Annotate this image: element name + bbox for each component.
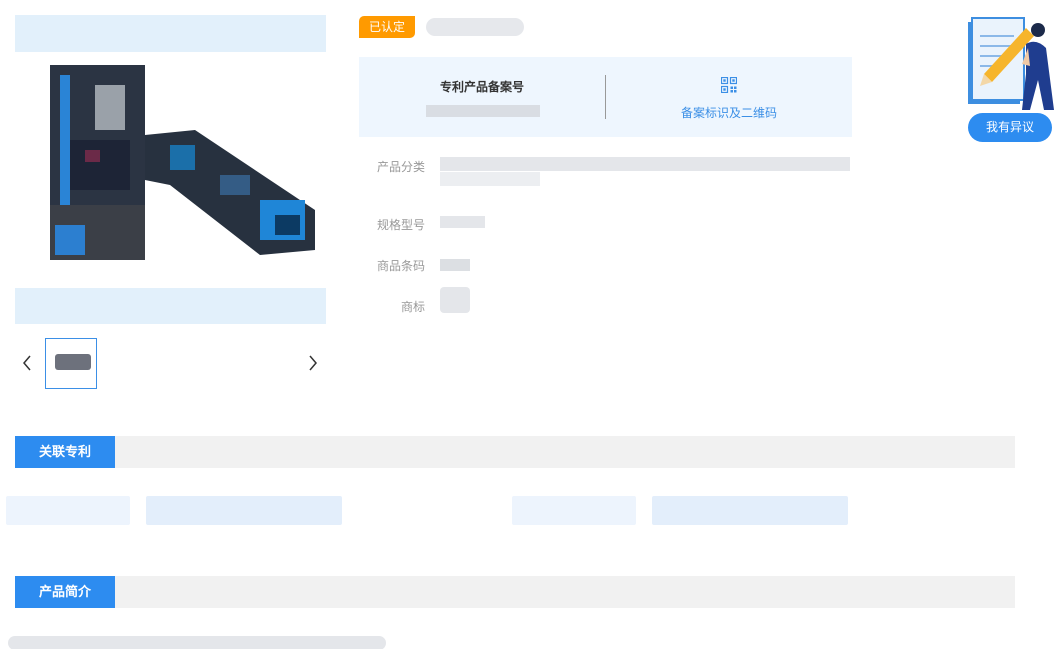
patent-item-redacted[interactable]	[146, 496, 342, 525]
chevron-left-icon[interactable]	[20, 352, 34, 374]
patent-item-redacted[interactable]	[652, 496, 848, 525]
model-label: 规格型号	[376, 218, 425, 232]
category-label: 产品分类	[376, 160, 425, 174]
patent-item-redacted[interactable]	[512, 496, 636, 525]
chevron-right-icon[interactable]	[306, 352, 320, 374]
barcode-label: 商品条码	[376, 259, 425, 273]
patent-item-redacted[interactable]	[6, 496, 130, 525]
product-main-image	[50, 65, 315, 260]
record-number-title: 专利产品备案号	[439, 80, 524, 94]
category-value-redacted-2	[440, 172, 540, 186]
record-number-redacted	[426, 105, 540, 117]
related-patents-section-header: 关联专利	[15, 436, 1015, 468]
objection-illustration-icon	[968, 17, 1054, 110]
product-intro-section-header: 产品简介	[15, 576, 1015, 608]
record-number-block: 专利产品备案号	[359, 57, 605, 137]
product-intro-text-redacted	[8, 636, 386, 649]
trademark-label: 商标	[400, 300, 425, 314]
record-panel: 专利产品备案号 备案标识及二维码	[359, 57, 852, 137]
verified-badge: 已认定	[359, 16, 416, 38]
qr-code-link[interactable]: 备案标识及二维码	[606, 104, 852, 121]
barcode-value-redacted	[440, 259, 470, 271]
product-name-redacted	[426, 18, 524, 36]
related-patents-title: 关联专利	[15, 436, 115, 468]
qr-code-icon[interactable]	[721, 77, 737, 93]
image-bottom-banner	[15, 288, 326, 324]
product-thumbnail[interactable]	[45, 338, 97, 389]
trademark-image-redacted	[440, 287, 470, 313]
product-intro-title: 产品简介	[15, 576, 115, 608]
model-value-redacted	[440, 216, 485, 228]
image-top-banner	[15, 15, 326, 52]
category-value-redacted	[440, 157, 850, 171]
objection-button[interactable]: 我有异议	[968, 113, 1052, 142]
